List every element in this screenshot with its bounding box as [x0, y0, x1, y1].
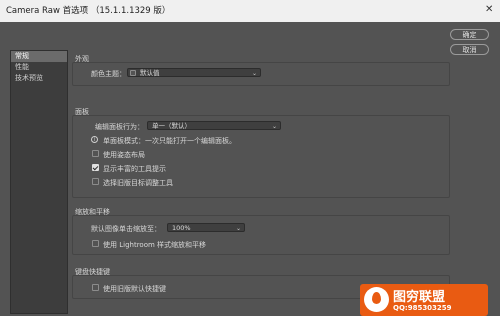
theme-swatch — [130, 70, 136, 76]
chevron-down-icon: ⌄ — [235, 225, 241, 232]
theme-label: 颜色主题： — [91, 70, 126, 78]
lightroom-zoom-checkbox[interactable] — [92, 240, 99, 247]
zoom-pan-group: 默认图像单击缩放至： 100% ⌄ 使用 Lightroom 样式缩放和平移 — [72, 215, 450, 255]
cancel-button[interactable]: 取消 — [450, 44, 489, 55]
flame-icon — [372, 292, 381, 304]
sticky-layout-checkbox[interactable] — [92, 150, 99, 157]
default-zoom-value: 100% — [172, 224, 191, 232]
nav-item-performance[interactable]: 性能 — [11, 62, 67, 73]
window-title: Camera Raw 首选项 （15.1.1.1329 版） — [6, 6, 171, 16]
close-icon[interactable]: ✕ — [485, 3, 493, 17]
appearance-group: 颜色主题： 默认值 ⌄ — [72, 62, 450, 86]
chevron-down-icon: ⌄ — [271, 123, 277, 130]
watermark-subtitle: QQ:985303259 — [393, 304, 452, 312]
settings-panel: 外观 颜色主题： 默认值 ⌄ 面板 编辑面板行为： 单一（默认） ⌄ i 单面板… — [72, 50, 450, 312]
panel-behavior-value: 单一（默认） — [152, 122, 191, 130]
rich-tooltips-label: 显示丰富的工具提示 — [103, 165, 166, 173]
sticky-layout-label: 使用姿态布局 — [103, 151, 145, 159]
watermark-title: 图穷联盟 — [393, 290, 446, 305]
panel-behavior-label: 编辑面板行为： — [95, 123, 144, 131]
nav-item-general[interactable]: 常规 — [11, 51, 67, 62]
title-bar: Camera Raw 首选项 （15.1.1.1329 版） ✕ — [0, 0, 500, 22]
panels-group: 编辑面板行为： 单一（默认） ⌄ i 单面板模式：一次只能打开一个编辑面板。 使… — [72, 115, 450, 198]
theme-value: 默认值 — [140, 69, 160, 77]
default-zoom-label: 默认图像单击缩放至： — [91, 225, 161, 233]
ok-button[interactable]: 确定 — [450, 29, 489, 40]
theme-select[interactable]: 默认值 ⌄ — [127, 68, 261, 77]
panel-behavior-info: 单面板模式：一次只能打开一个编辑面板。 — [103, 137, 236, 145]
watermark-badge: 图穷联盟 QQ:985303259 — [360, 284, 488, 316]
legacy-targeted-adjustment-label: 选择旧版目标调整工具 — [103, 179, 173, 187]
chevron-down-icon: ⌄ — [251, 70, 257, 77]
rich-tooltips-checkbox[interactable] — [92, 164, 99, 171]
default-zoom-select[interactable]: 100% ⌄ — [167, 223, 245, 232]
legacy-shortcuts-label: 使用旧版默认快捷键 — [103, 285, 166, 293]
preferences-nav: 常规 性能 技术预览 — [10, 50, 68, 314]
panel-behavior-select[interactable]: 单一（默认） ⌄ — [147, 121, 281, 130]
watermark-logo — [364, 287, 389, 312]
dialog-body: 常规 性能 技术预览 外观 颜色主题： 默认值 ⌄ 面板 编辑面板行为： 单一（… — [0, 22, 500, 316]
lightroom-zoom-label: 使用 Lightroom 样式缩放和平移 — [103, 241, 207, 249]
legacy-shortcuts-checkbox[interactable] — [92, 284, 99, 291]
info-icon: i — [91, 136, 98, 143]
nav-item-technology-preview[interactable]: 技术预览 — [11, 73, 67, 84]
legacy-targeted-adjustment-checkbox[interactable] — [92, 178, 99, 185]
